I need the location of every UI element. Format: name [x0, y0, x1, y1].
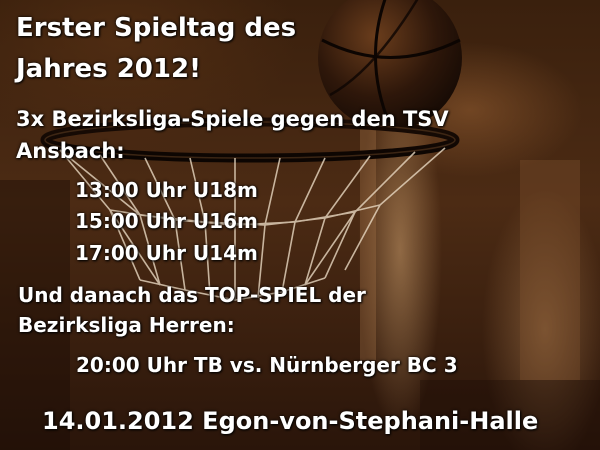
intro-line-1: 3x Bezirksliga-Spiele gegen den TSV [16, 107, 449, 131]
main-game: 20:00 Uhr TB vs. Nürnberger BC 3 [76, 353, 458, 377]
title-line-1: Erster Spieltag des [16, 13, 297, 43]
title-line-2: Jahres 2012! [16, 54, 201, 84]
event-poster: Erster Spieltag des Jahres 2012! 3x Bezi… [0, 0, 600, 450]
top-game-intro-line-1: Und danach das TOP-SPIEL der [18, 283, 366, 307]
date-venue: 14.01.2012 Egon-von-Stephani-Halle [42, 407, 539, 435]
game-item: 13:00 Uhr U18m [75, 178, 258, 202]
game-item: 17:00 Uhr U14m [75, 241, 258, 265]
game-item: 15:00 Uhr U16m [75, 209, 258, 233]
intro-line-2: Ansbach: [16, 139, 125, 163]
top-game-intro-line-2: Bezirksliga Herren: [18, 313, 235, 337]
